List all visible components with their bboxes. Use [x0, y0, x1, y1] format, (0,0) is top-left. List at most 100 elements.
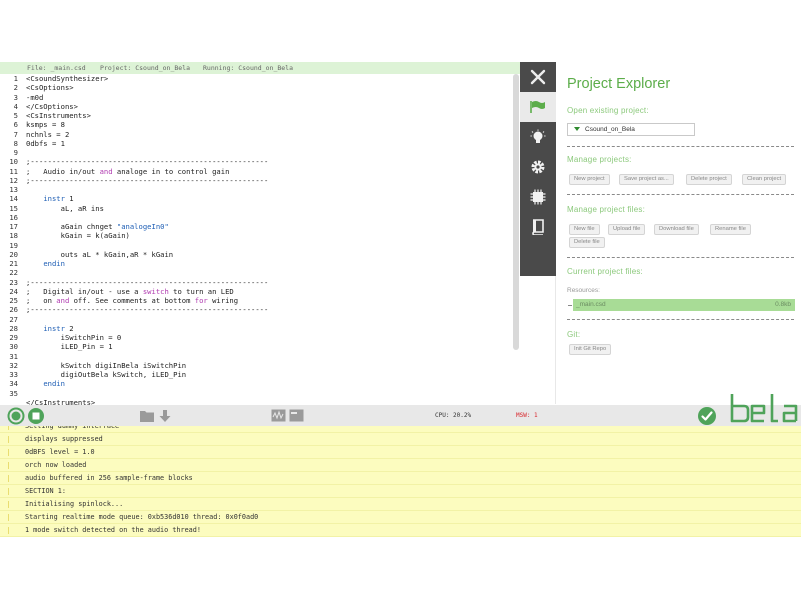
- section-divider: [567, 257, 794, 258]
- code-line: instr 1: [43, 194, 74, 204]
- code-line: ksmps = 8: [26, 120, 65, 130]
- tab-settings[interactable]: [520, 152, 556, 182]
- editor-status-bar: File: _main.csd Project: Csound_on_Bela …: [0, 62, 520, 74]
- section-divider: [567, 319, 794, 320]
- console-line-marker: [8, 488, 9, 495]
- line-number: 15: [9, 203, 18, 213]
- scope-icon: [271, 409, 286, 422]
- line-number: 30: [9, 342, 18, 352]
- line-number: 26: [9, 305, 18, 315]
- line-number: 23: [9, 277, 18, 287]
- line-number: 6: [13, 120, 18, 130]
- code-line: kGain = k(aGain): [26, 231, 130, 241]
- console-line-marker: [8, 462, 9, 469]
- clean-project-button[interactable]: Clean project: [742, 174, 787, 185]
- tab-documentation[interactable]: [520, 212, 556, 242]
- project-select[interactable]: Csound_on_Bela: [567, 123, 695, 136]
- delete-file-button[interactable]: Delete file: [569, 237, 605, 248]
- console-line-marker: [8, 475, 9, 482]
- tab-examples[interactable]: [520, 122, 556, 152]
- panel-title: Project Explorer: [567, 76, 671, 92]
- download-file-button[interactable]: Download file: [654, 224, 699, 235]
- run-icon: [7, 407, 25, 424]
- run-button[interactable]: [7, 405, 25, 426]
- gui-button[interactable]: [289, 405, 304, 426]
- upload-file-button[interactable]: Upload file: [608, 224, 646, 235]
- init-git-repo-button[interactable]: Init Git Repo: [569, 344, 612, 355]
- line-number: 28: [9, 323, 18, 333]
- line-number: 16: [9, 212, 18, 222]
- line-number: 7: [13, 129, 18, 139]
- tab-pin-diagram[interactable]: [520, 182, 556, 212]
- oscilloscope-button[interactable]: [271, 405, 286, 426]
- line-number: 31: [9, 351, 18, 361]
- code-line: aGain chnget "analogeIn0": [26, 222, 169, 231]
- window-icon: [289, 409, 304, 422]
- stop-icon: [28, 407, 44, 424]
- download-project-button[interactable]: [158, 405, 172, 426]
- line-number: 35: [9, 388, 18, 398]
- line-number: 22: [9, 268, 18, 278]
- line-number-gutter: 1 2 3 4 5 6 7 8 9 10 11 12 13 14 15 16 17 18 19 20 21 22 23 24 2…: [0, 74, 20, 405]
- console-line: Initialising spinlock...: [0, 498, 801, 511]
- stop-button[interactable]: [27, 405, 45, 426]
- code-editor[interactable]: 1 2 3 4 5 6 7 8 9 10 11 12 13 14 15 16 17 18 19 20 21 22 23 24 2…: [0, 74, 512, 405]
- line-number: 33: [9, 370, 18, 379]
- delete-project-button[interactable]: Delete project: [686, 174, 732, 185]
- console-line-marker: [8, 436, 9, 443]
- console-line: 1 mode switch detected on the audio thre…: [0, 524, 801, 537]
- file-list-item[interactable]: _main.csd 0.8kb: [573, 299, 795, 311]
- code-area[interactable]: <CsoundSynthesizer> <CsOptions> -m0d </CsOp…: [26, 74, 512, 405]
- line-number: 14: [9, 194, 18, 204]
- code-line: </CsInstruments>: [26, 397, 96, 405]
- side-tab-bar: [520, 62, 556, 276]
- console-line-text: audio buffered in 256 sample-frame block…: [25, 474, 193, 482]
- editor-scrollbar[interactable]: [513, 74, 519, 350]
- code-line: ;---------------------------------------…: [26, 277, 269, 287]
- current-file-label: File: _main.csd: [27, 64, 86, 72]
- close-panel-button[interactable]: [520, 62, 556, 92]
- line-number: 20: [9, 249, 18, 259]
- line-number: 21: [9, 259, 18, 268]
- save-project-as-button[interactable]: Save project as...: [619, 174, 674, 185]
- project-explorer-panel: Project Explorer Open existing project: …: [556, 62, 801, 404]
- new-project-button[interactable]: New project: [569, 174, 610, 185]
- code-line: ;---------------------------------------…: [26, 157, 269, 167]
- console-line-text: Starting realtime mode queue: 0xb536d010…: [25, 513, 259, 521]
- code-line: outs aL * kGain,aR * kGain: [26, 249, 174, 259]
- section-divider: [567, 194, 794, 195]
- dropdown-triangle-icon: [574, 127, 580, 131]
- tab-project-explorer[interactable]: [520, 92, 556, 122]
- open-project-heading: Open existing project:: [567, 106, 649, 115]
- resources-label: Resources:: [567, 287, 600, 294]
- code-line: aL, aR ins: [26, 203, 104, 213]
- code-line: iLED_Pin = 1: [26, 342, 113, 352]
- code-line: ; on and off. See comments at bottom for…: [26, 296, 239, 305]
- build-status-button[interactable]: [697, 405, 717, 426]
- panel-scrollbar[interactable]: [555, 276, 556, 404]
- rename-file-button[interactable]: Rename file: [710, 224, 751, 235]
- open-file-icon: [140, 410, 154, 422]
- console-line: SECTION 1:: [0, 485, 801, 498]
- book-icon: [532, 219, 544, 235]
- open-project-button[interactable]: [139, 405, 155, 426]
- code-line: <CsInstruments>: [26, 111, 91, 120]
- code-line: endin: [43, 259, 65, 268]
- console-line-marker: [8, 527, 9, 534]
- code-line: 0dbfs = 1: [26, 138, 65, 148]
- line-number: 32: [9, 360, 18, 370]
- line-number: 25: [9, 296, 18, 305]
- code-line: iSwitchPin = 0: [26, 333, 122, 342]
- manage-files-heading: Manage project files:: [567, 205, 646, 214]
- bottom-toolbar: CPU: 20.2% MSW: 1: [0, 405, 801, 426]
- code-line: endin: [43, 379, 65, 389]
- line-number: 2: [13, 83, 18, 93]
- console-output[interactable]: Setting dummy interface displays suppress…: [0, 426, 801, 537]
- new-file-button[interactable]: New file: [569, 224, 600, 235]
